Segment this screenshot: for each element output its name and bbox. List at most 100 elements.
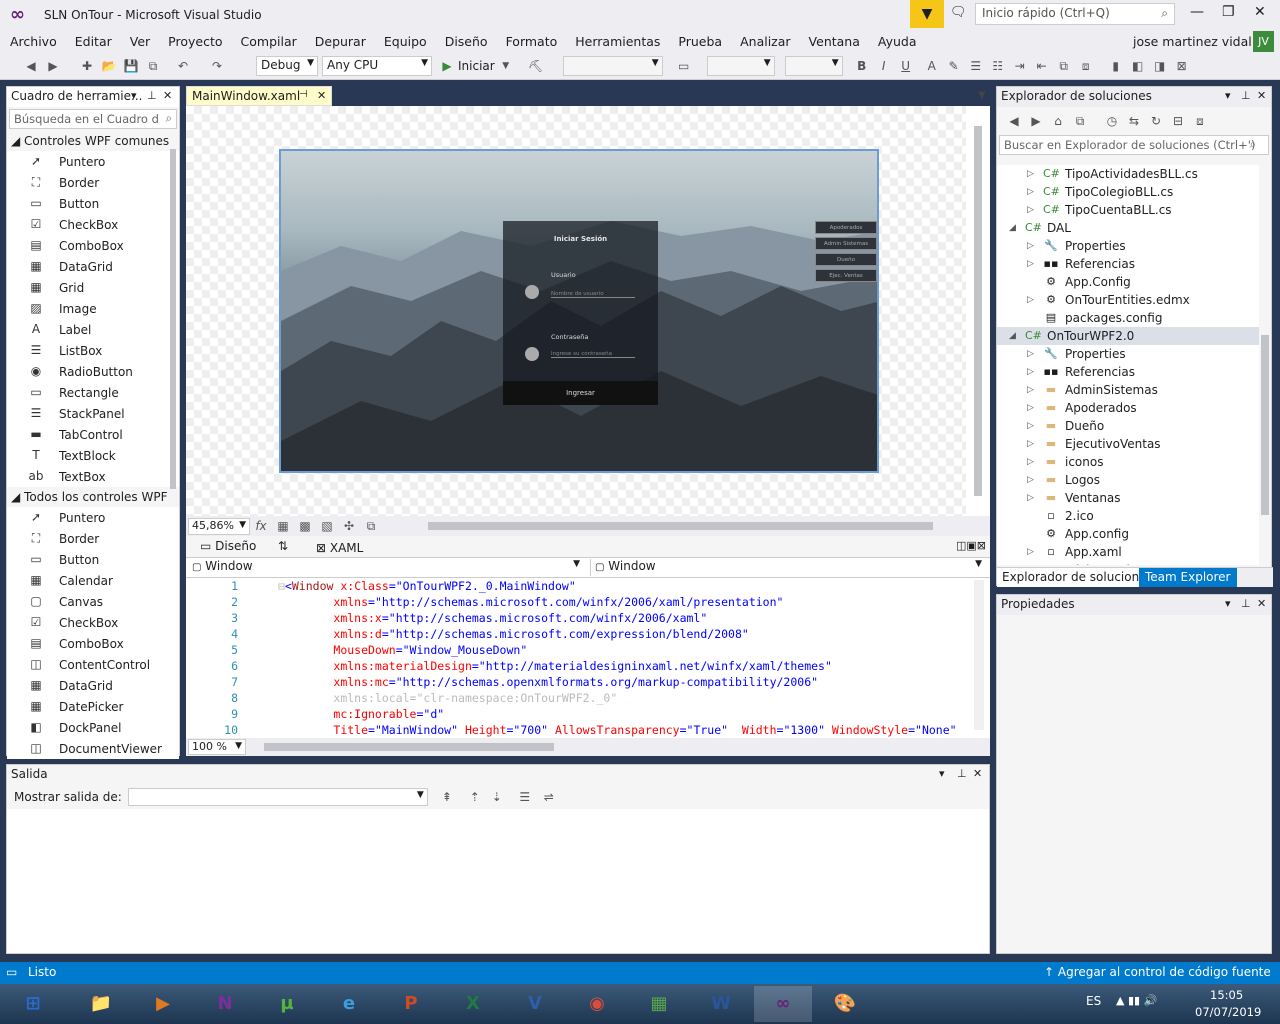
code-zoom-select[interactable]: 100 % ▼ (188, 739, 246, 755)
chevron-down-icon[interactable]: ▾ (131, 89, 137, 102)
solution-item-dal[interactable]: ◢ C# DAL (997, 219, 1259, 237)
toolbox-group-all[interactable]: ◢ Todos los controles WPF (7, 487, 179, 507)
network-app-taskbar-button[interactable]: ▦ (630, 986, 688, 1022)
pin-icon[interactable]: ⊥ (1241, 89, 1251, 102)
expand-arrow-icon[interactable]: ▷ (1027, 543, 1034, 561)
word-taskbar-button[interactable]: W (692, 986, 750, 1022)
solution-item-apoderados[interactable]: ▷ ▬ Apoderados (997, 399, 1259, 417)
login-submit-button[interactable]: Ingresar (503, 381, 658, 405)
solution-item-adminsistemas[interactable]: ▷ ▬ AdminSistemas (997, 381, 1259, 399)
link-icon[interactable]: ⧉ (1055, 57, 1073, 75)
start-orb-taskbar-button[interactable]: ⊞ (4, 986, 62, 1022)
open-file-icon[interactable]: 📂 (100, 57, 118, 75)
refresh-icon[interactable]: ↻ (1147, 112, 1165, 130)
solution-platform-select[interactable]: Any CPU ▼ (322, 55, 432, 76)
chevron-down-icon[interactable]: ▾ (1225, 597, 1231, 610)
powerpoint-taskbar-button[interactable]: P (382, 986, 440, 1022)
minimize-button[interactable]: — (1190, 4, 1204, 20)
solution-configuration-select[interactable]: Debug ▼ (256, 55, 318, 76)
toolbox-item-stackpanel[interactable]: ☰ StackPanel (7, 403, 179, 424)
expand-arrow-icon[interactable]: ▷ (1027, 363, 1034, 381)
prev-message-icon[interactable]: ⇡ (466, 788, 484, 806)
toolbox-item-combobox[interactable]: ▤ ComboBox (7, 235, 179, 256)
pin-icon[interactable]: ⊥ (1241, 597, 1251, 610)
expand-arrow-icon[interactable]: ▷ (1027, 255, 1034, 273)
toolbox-item-textblock[interactable]: T TextBlock (7, 445, 179, 466)
redo-icon[interactable]: ↷ (208, 57, 226, 75)
collapse-arrow-icon[interactable]: ◢ (1009, 327, 1016, 345)
toolbox-item-image[interactable]: ▨ Image (7, 298, 179, 319)
solution-item-properties[interactable]: ▷ 🔧 Properties (997, 237, 1259, 255)
tab-overflow-icon[interactable]: ▼ (978, 90, 986, 101)
solution-item-referencias[interactable]: ▷ ▪▪ Referencias (997, 363, 1259, 381)
pending-changes-icon[interactable]: ◷ (1103, 112, 1121, 130)
expand-arrow-icon[interactable]: ▷ (1027, 453, 1034, 471)
language-indicator[interactable]: ES (1086, 994, 1101, 1008)
layout-icon[interactable]: ▭ (675, 57, 693, 75)
member-dropdown[interactable]: ▢ Window ▼ (590, 559, 986, 576)
expand-arrow-icon[interactable]: ▷ (1027, 237, 1034, 255)
toolbox-item-dockpanel[interactable]: ◧ DockPanel (7, 717, 179, 738)
toolbox-item-calendar[interactable]: ▦ Calendar (7, 570, 179, 591)
expand-arrow-icon[interactable]: ▷ (1027, 471, 1034, 489)
format-select-3[interactable]: ▼ (784, 55, 843, 76)
menu-archivo[interactable]: Archivo (2, 34, 65, 49)
attach-icon[interactable]: ⛏ (527, 57, 545, 75)
tray-icons[interactable]: ▲ ▮▮ 🔊 (1116, 994, 1157, 1007)
solution-item-app-xaml[interactable]: ▷ ▫ App.xaml (997, 543, 1259, 561)
pin-icon[interactable]: ⊥ (957, 767, 967, 780)
menu-formato[interactable]: Formato (498, 34, 566, 49)
menu-editar[interactable]: Editar (67, 34, 120, 49)
toolbox-item-canvas[interactable]: ▢ Canvas (7, 591, 179, 612)
expand-arrow-icon[interactable]: ▷ (1027, 381, 1034, 399)
notifications-flag-icon[interactable]: ▼ (910, 0, 944, 28)
expand-arrow-icon[interactable]: ▷ (1027, 165, 1034, 183)
menu-depurar[interactable]: Depurar (307, 34, 374, 49)
tab-team-explorer[interactable]: Team Explorer (1139, 568, 1237, 587)
snap-lines-icon[interactable]: ✣ (340, 517, 358, 535)
expand-arrow-icon[interactable]: ▷ (1027, 489, 1034, 507)
expand-arrow-icon[interactable]: ▷ (1027, 417, 1034, 435)
sync-icon[interactable]: ⇆ (1125, 112, 1143, 130)
utorrent-taskbar-button[interactable]: µ (258, 986, 316, 1022)
toolbox-item-button[interactable]: ▭ Button (7, 193, 179, 214)
output-source-select[interactable]: ▼ (127, 788, 428, 806)
toolbox-item-datagrid[interactable]: ▦ DataGrid (7, 256, 179, 277)
close-icon[interactable]: ✕ (163, 89, 172, 102)
toolbox-item-datagrid[interactable]: ▦ DataGrid (7, 675, 179, 696)
zoom-select[interactable]: 45,86% ▼ (188, 517, 250, 535)
solution-item-app-config[interactable]: ⚙ App.config (997, 525, 1259, 543)
chevron-down-icon[interactable]: ▾ (939, 767, 945, 780)
split-layout-icons[interactable]: ◫▣⊠ (956, 539, 986, 552)
menu-ver[interactable]: Ver (122, 34, 158, 49)
save-all-icon[interactable]: ⧉ (144, 57, 162, 75)
project-code-icon[interactable]: ⧉ (362, 517, 380, 535)
xaml-code-editor[interactable]: 1 ⊟<Window x:Class="OnTourWPF2._0.MainWin… (186, 578, 990, 738)
quick-launch-input[interactable]: Inicio rápido (Ctrl+Q) ⌕ (975, 3, 1175, 25)
menu-prueba[interactable]: Prueba (670, 34, 730, 49)
swap-panes-icon[interactable]: ⇅ (278, 539, 288, 553)
close-icon[interactable]: ✕ (1257, 597, 1266, 610)
menu-proyecto[interactable]: Proyecto (160, 34, 230, 49)
show-all-files-icon[interactable]: ⧈ (1191, 112, 1209, 130)
highlight-icon[interactable]: ✎ (945, 57, 963, 75)
save-icon[interactable]: 💾 (122, 57, 140, 75)
toolbox-item-puntero[interactable]: ➚ Puntero (7, 151, 179, 172)
bookmark-icon[interactable]: ▮ (1107, 57, 1125, 75)
underline-icon[interactable]: U (897, 57, 915, 75)
toolbox-item-documentviewer[interactable]: ◫ DocumentViewer (7, 738, 179, 759)
undo-icon[interactable]: ↶ (174, 57, 192, 75)
next-message-icon[interactable]: ⇣ (488, 788, 506, 806)
user-input[interactable]: Nombre de usuario (551, 291, 635, 298)
snap-grid-icon[interactable]: ▧ (318, 517, 336, 535)
bookmark-next-icon[interactable]: ◨ (1151, 57, 1169, 75)
internet-explorer-taskbar-button[interactable]: e (320, 986, 378, 1022)
solution-item-ontourwpf2-0[interactable]: ◢ C# OnTourWPF2.0 (997, 327, 1259, 345)
password-input[interactable]: Ingrese su contraseña (551, 351, 635, 358)
switch-views-icon[interactable]: ⧉ (1071, 112, 1089, 130)
collapse-all-icon[interactable]: ⊟ (1169, 112, 1187, 130)
pin-icon[interactable]: ⊣ (299, 89, 308, 100)
tab-design[interactable]: ▭ Diseño (200, 539, 256, 553)
menu-diseno[interactable]: Diseño (437, 34, 496, 49)
chrome-taskbar-button[interactable]: ◉ (568, 986, 626, 1022)
